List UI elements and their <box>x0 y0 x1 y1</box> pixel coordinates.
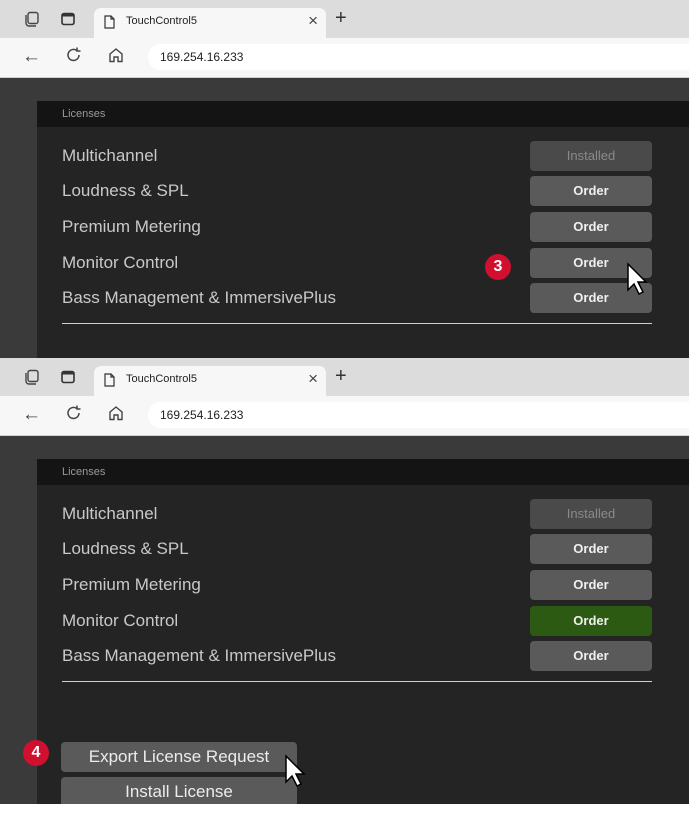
panel-header: Licenses <box>37 459 689 485</box>
order-button[interactable]: Order <box>530 641 652 671</box>
step-marker: 3 <box>485 254 511 280</box>
page-content: Licenses Multichannel Installed Loudness… <box>0 436 689 804</box>
mouse-pointer-icon <box>284 754 306 793</box>
license-name: Bass Management & ImmersivePlus <box>62 646 336 665</box>
url-text: 169.254.16.233 <box>160 408 244 422</box>
page-icon <box>104 15 115 29</box>
tab-actions-icon[interactable] <box>24 11 40 32</box>
tab-title: TouchControl5 <box>126 15 197 27</box>
browser-tab[interactable]: TouchControl5 × <box>94 8 326 38</box>
license-name: Multichannel <box>62 504 158 523</box>
order-button-selected[interactable]: Order <box>530 606 652 636</box>
license-name: Multichannel <box>62 146 158 165</box>
vertical-tabs-icon[interactable] <box>60 369 76 390</box>
license-name: Loudness & SPL <box>62 539 189 558</box>
close-icon[interactable]: × <box>308 11 318 31</box>
screenshot-step-4: TouchControl5 × + ← 169.254.16.233 Licen… <box>0 358 689 804</box>
licenses-panel: Licenses Multichannel Installed Loudness… <box>37 101 689 358</box>
screenshot-step-3: TouchControl5 × + ← 169.254.16.233 Licen… <box>0 0 689 358</box>
license-name: Bass Management & ImmersivePlus <box>62 288 336 307</box>
installed-button: Installed <box>530 141 652 171</box>
back-arrow-icon[interactable]: ← <box>22 404 41 426</box>
vertical-tabs-icon[interactable] <box>60 11 76 32</box>
order-button[interactable]: Order <box>530 570 652 600</box>
tab-actions-icon[interactable] <box>24 369 40 390</box>
install-license-button[interactable]: Install License <box>61 777 297 804</box>
home-icon[interactable] <box>108 46 124 70</box>
tab-bar: TouchControl5 × + <box>0 358 689 396</box>
step-marker: 4 <box>23 740 49 766</box>
divider <box>62 681 652 682</box>
url-field[interactable]: 169.254.16.233 <box>148 44 689 70</box>
url-text: 169.254.16.233 <box>160 50 244 64</box>
browser-tab[interactable]: TouchControl5 × <box>94 366 326 396</box>
page-icon <box>104 373 115 387</box>
new-tab-icon[interactable]: + <box>335 365 347 388</box>
order-button[interactable]: Order <box>530 534 652 564</box>
url-field[interactable]: 169.254.16.233 <box>148 402 689 428</box>
close-icon[interactable]: × <box>308 369 318 389</box>
tab-title: TouchControl5 <box>126 373 197 385</box>
license-name: Premium Metering <box>62 575 201 594</box>
license-name: Premium Metering <box>62 217 201 236</box>
license-name: Monitor Control <box>62 611 179 630</box>
back-arrow-icon[interactable]: ← <box>22 46 41 68</box>
panel-header: Licenses <box>37 101 689 127</box>
divider <box>62 323 652 324</box>
panel-title: Licenses <box>62 108 106 120</box>
address-bar: ← 169.254.16.233 <box>0 38 689 78</box>
installed-button: Installed <box>530 499 652 529</box>
license-name: Monitor Control <box>62 253 179 272</box>
home-icon[interactable] <box>108 404 124 428</box>
mouse-pointer-icon <box>626 262 648 301</box>
address-bar: ← 169.254.16.233 <box>0 396 689 436</box>
licenses-panel: Licenses Multichannel Installed Loudness… <box>37 459 689 804</box>
order-button[interactable]: Order <box>530 212 652 242</box>
panel-title: Licenses <box>62 466 106 478</box>
refresh-icon[interactable] <box>66 404 82 428</box>
export-license-request-button[interactable]: Export License Request <box>61 742 297 772</box>
tab-bar: TouchControl5 × + <box>0 0 689 38</box>
new-tab-icon[interactable]: + <box>335 7 347 30</box>
page-content: Licenses Multichannel Installed Loudness… <box>0 78 689 358</box>
license-name: Loudness & SPL <box>62 181 189 200</box>
refresh-icon[interactable] <box>66 46 82 70</box>
order-button[interactable]: Order <box>530 176 652 206</box>
